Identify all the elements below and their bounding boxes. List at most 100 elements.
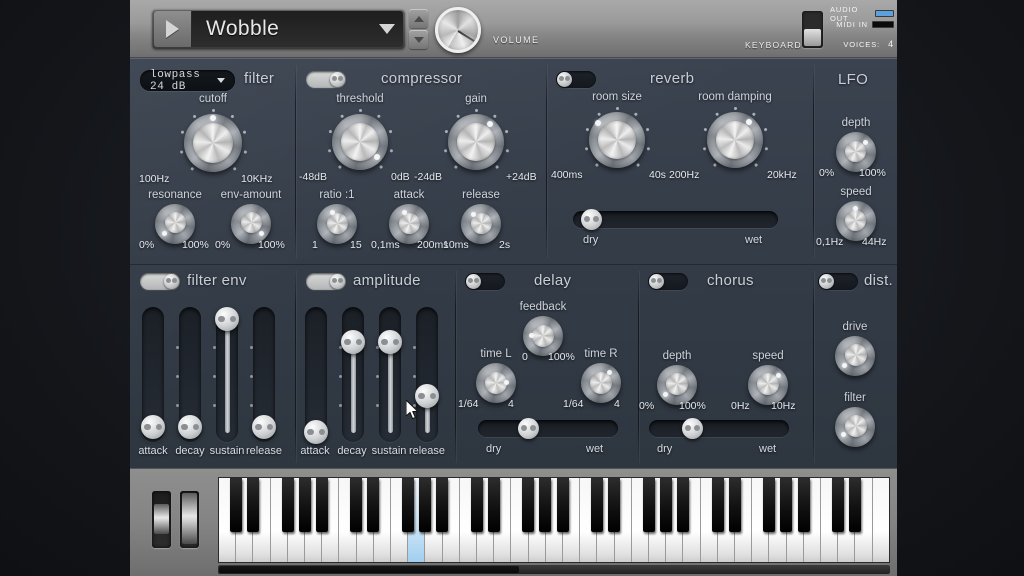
preset-name-field[interactable]: Wobble (192, 11, 403, 47)
black-key[interactable] (316, 478, 328, 532)
black-key[interactable] (402, 478, 414, 532)
black-key[interactable] (367, 478, 379, 532)
white-key[interactable] (872, 478, 889, 562)
section-filter-env: filter env attack decay sustain release (130, 265, 295, 469)
threshold-knob[interactable] (326, 108, 394, 176)
filter-env-sustain-slider[interactable] (215, 307, 239, 442)
preset-selector[interactable]: Wobble (152, 9, 405, 49)
filter-env-power-toggle[interactable] (140, 273, 180, 290)
black-key[interactable] (282, 478, 294, 532)
amplitude-power-toggle[interactable] (306, 273, 346, 290)
slider-thumb[interactable] (378, 330, 402, 354)
black-key[interactable] (763, 478, 775, 532)
delay-mix-slider[interactable] (478, 418, 618, 439)
room-size-knob[interactable] (583, 106, 651, 174)
black-key[interactable] (522, 478, 534, 532)
amplitude-release-slider[interactable] (415, 307, 439, 442)
slider-fill (224, 319, 230, 433)
reverb-mix-slider[interactable] (573, 209, 778, 230)
black-key[interactable] (350, 478, 362, 532)
time-r-knob[interactable] (581, 363, 621, 403)
amplitude-attack-slider[interactable] (304, 307, 328, 444)
env-amount-knob[interactable] (231, 204, 271, 244)
black-key[interactable] (488, 478, 500, 532)
room-damping-knob[interactable] (701, 106, 769, 174)
compressor-power-toggle[interactable] (306, 71, 346, 88)
compressor-attack-knob[interactable] (389, 204, 429, 244)
chorus-mix-max-label: wet (759, 443, 777, 455)
black-key[interactable] (436, 478, 448, 532)
preset-spinner[interactable] (409, 9, 428, 49)
slider-thumb[interactable] (252, 415, 276, 439)
voices-row[interactable]: VOICES: 4 (830, 39, 894, 49)
black-key[interactable] (419, 478, 431, 532)
cutoff-knob-face (193, 123, 233, 163)
feedback-knob-face (532, 325, 554, 347)
cutoff-knob[interactable] (178, 108, 248, 178)
preset-prev-button[interactable] (409, 30, 428, 49)
black-key[interactable] (677, 478, 689, 532)
black-key[interactable] (247, 478, 259, 532)
piano-keys[interactable] (218, 477, 890, 563)
lfo-speed-knob[interactable] (836, 201, 876, 241)
control-panel: lowpass 24 dB filter cutoff 100Hz 10KHz … (130, 58, 897, 468)
chorus-speed-knob[interactable] (748, 365, 788, 405)
time-l-knob[interactable] (476, 363, 516, 403)
play-button[interactable] (154, 11, 192, 47)
slider-thumb[interactable] (304, 420, 328, 444)
section-chorus: chorus depth 0% 100% speed 0Hz 10Hz dry … (638, 265, 813, 469)
compressor-title: compressor (381, 70, 463, 87)
ratio-max-label: 15 (350, 239, 362, 251)
keyboard-switch[interactable] (802, 11, 823, 48)
filter-env-decay-slider[interactable] (178, 307, 202, 442)
amplitude-sustain-slider[interactable] (378, 307, 402, 442)
drive-knob[interactable] (835, 336, 875, 376)
chorus-depth-knob[interactable] (657, 365, 697, 405)
pitch-bend-wheel[interactable] (152, 491, 171, 548)
filter-env-attack-slider[interactable] (141, 307, 165, 442)
amplitude-decay-slider[interactable] (341, 307, 365, 442)
delay-mix-thumb[interactable] (518, 418, 539, 439)
black-key[interactable] (798, 478, 810, 532)
black-key[interactable] (608, 478, 620, 532)
compressor-release-knob[interactable] (461, 204, 501, 244)
slider-thumb[interactable] (178, 415, 202, 439)
black-key[interactable] (729, 478, 741, 532)
black-key[interactable] (849, 478, 861, 532)
slider-thumb[interactable] (215, 307, 239, 331)
keyboard-range-bar[interactable] (218, 565, 890, 574)
black-key[interactable] (712, 478, 724, 532)
black-key[interactable] (471, 478, 483, 532)
resonance-knob[interactable] (155, 204, 195, 244)
chorus-mix-slider[interactable] (649, 418, 789, 439)
black-key[interactable] (780, 478, 792, 532)
black-key[interactable] (230, 478, 242, 532)
preset-next-button[interactable] (409, 9, 428, 28)
reverb-power-toggle[interactable] (556, 71, 596, 88)
slider-thumb[interactable] (141, 415, 165, 439)
slider-thumb[interactable] (341, 330, 365, 354)
black-key[interactable] (299, 478, 311, 532)
delay-power-toggle[interactable] (465, 273, 505, 290)
black-key[interactable] (539, 478, 551, 532)
chevron-down-icon[interactable] (379, 24, 395, 34)
room-damping-label: room damping (698, 91, 772, 103)
distortion-power-toggle[interactable] (818, 273, 858, 290)
filter-mode-dropdown[interactable]: lowpass 24 dB (140, 69, 235, 93)
distortion-filter-knob[interactable] (835, 407, 875, 447)
gain-knob[interactable] (442, 108, 510, 176)
filter-env-release-slider[interactable] (252, 307, 276, 442)
black-key[interactable] (557, 478, 569, 532)
volume-knob[interactable] (435, 7, 481, 53)
black-key[interactable] (660, 478, 672, 532)
modulation-wheel[interactable] (180, 491, 199, 548)
reverb-mix-thumb[interactable] (581, 209, 602, 230)
black-key[interactable] (643, 478, 655, 532)
mouse-cursor (406, 400, 419, 420)
chorus-mix-thumb[interactable] (682, 418, 703, 439)
chorus-power-toggle[interactable] (648, 273, 688, 290)
black-key[interactable] (832, 478, 844, 532)
lfo-depth-knob[interactable] (836, 132, 876, 172)
black-key[interactable] (591, 478, 603, 532)
ratio-knob[interactable] (317, 204, 357, 244)
